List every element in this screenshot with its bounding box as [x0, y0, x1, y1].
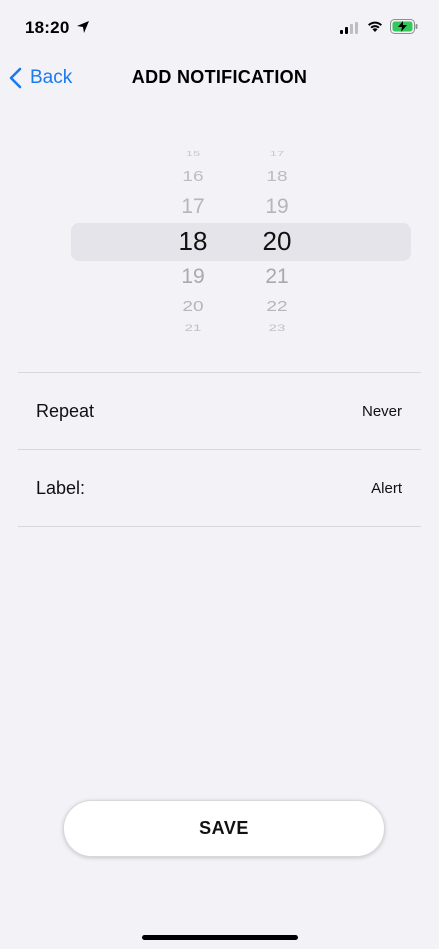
minute-wheel[interactable]: 17 18 19 20 21 22 23 [247, 130, 307, 350]
status-time: 18:20 [25, 18, 70, 37]
wifi-icon [368, 21, 382, 32]
label-row[interactable]: Label: Alert [18, 450, 421, 526]
repeat-row[interactable]: Repeat Never [18, 373, 421, 449]
location-arrow-icon [77, 21, 89, 33]
save-button[interactable]: SAVE [63, 800, 385, 857]
minute-option[interactable]: 19 [247, 196, 307, 217]
repeat-value: Never [361, 402, 402, 420]
cellular-signal-icon [340, 22, 358, 34]
home-indicator [142, 935, 298, 940]
minute-option[interactable]: 23 [247, 324, 307, 333]
picker-selection-highlight [71, 223, 411, 261]
minute-selected[interactable]: 20 [247, 228, 307, 254]
label-label: Label: [36, 477, 86, 498]
add-notification-screen: 18:20 Back ADD NOTIFICATION 15 16 17 18 … [0, 0, 439, 949]
repeat-label: Repeat [36, 400, 95, 421]
divider [18, 526, 421, 527]
minute-option[interactable]: 18 [247, 169, 307, 184]
hour-option[interactable]: 19 [163, 266, 223, 287]
page-title: ADD NOTIFICATION [131, 67, 308, 87]
label-value: Alert [371, 479, 402, 497]
minute-option[interactable]: 21 [247, 266, 307, 287]
hour-wheel[interactable]: 15 16 17 18 19 20 21 [163, 130, 223, 350]
status-bar: 18:20 [0, 0, 439, 56]
minute-option[interactable]: 17 [247, 150, 307, 157]
battery-charging-icon [390, 19, 418, 34]
hour-option[interactable]: 15 [163, 150, 223, 157]
hour-option[interactable]: 17 [163, 196, 223, 217]
time-picker[interactable]: 15 16 17 18 19 20 21 17 18 19 20 21 22 2… [0, 130, 439, 350]
hour-option[interactable]: 21 [163, 324, 223, 333]
hour-option[interactable]: 20 [163, 299, 223, 314]
minute-option[interactable]: 22 [247, 299, 307, 314]
hour-selected[interactable]: 18 [163, 228, 223, 254]
hour-option[interactable]: 16 [163, 169, 223, 184]
navigation-bar: Back ADD NOTIFICATION [0, 56, 439, 100]
